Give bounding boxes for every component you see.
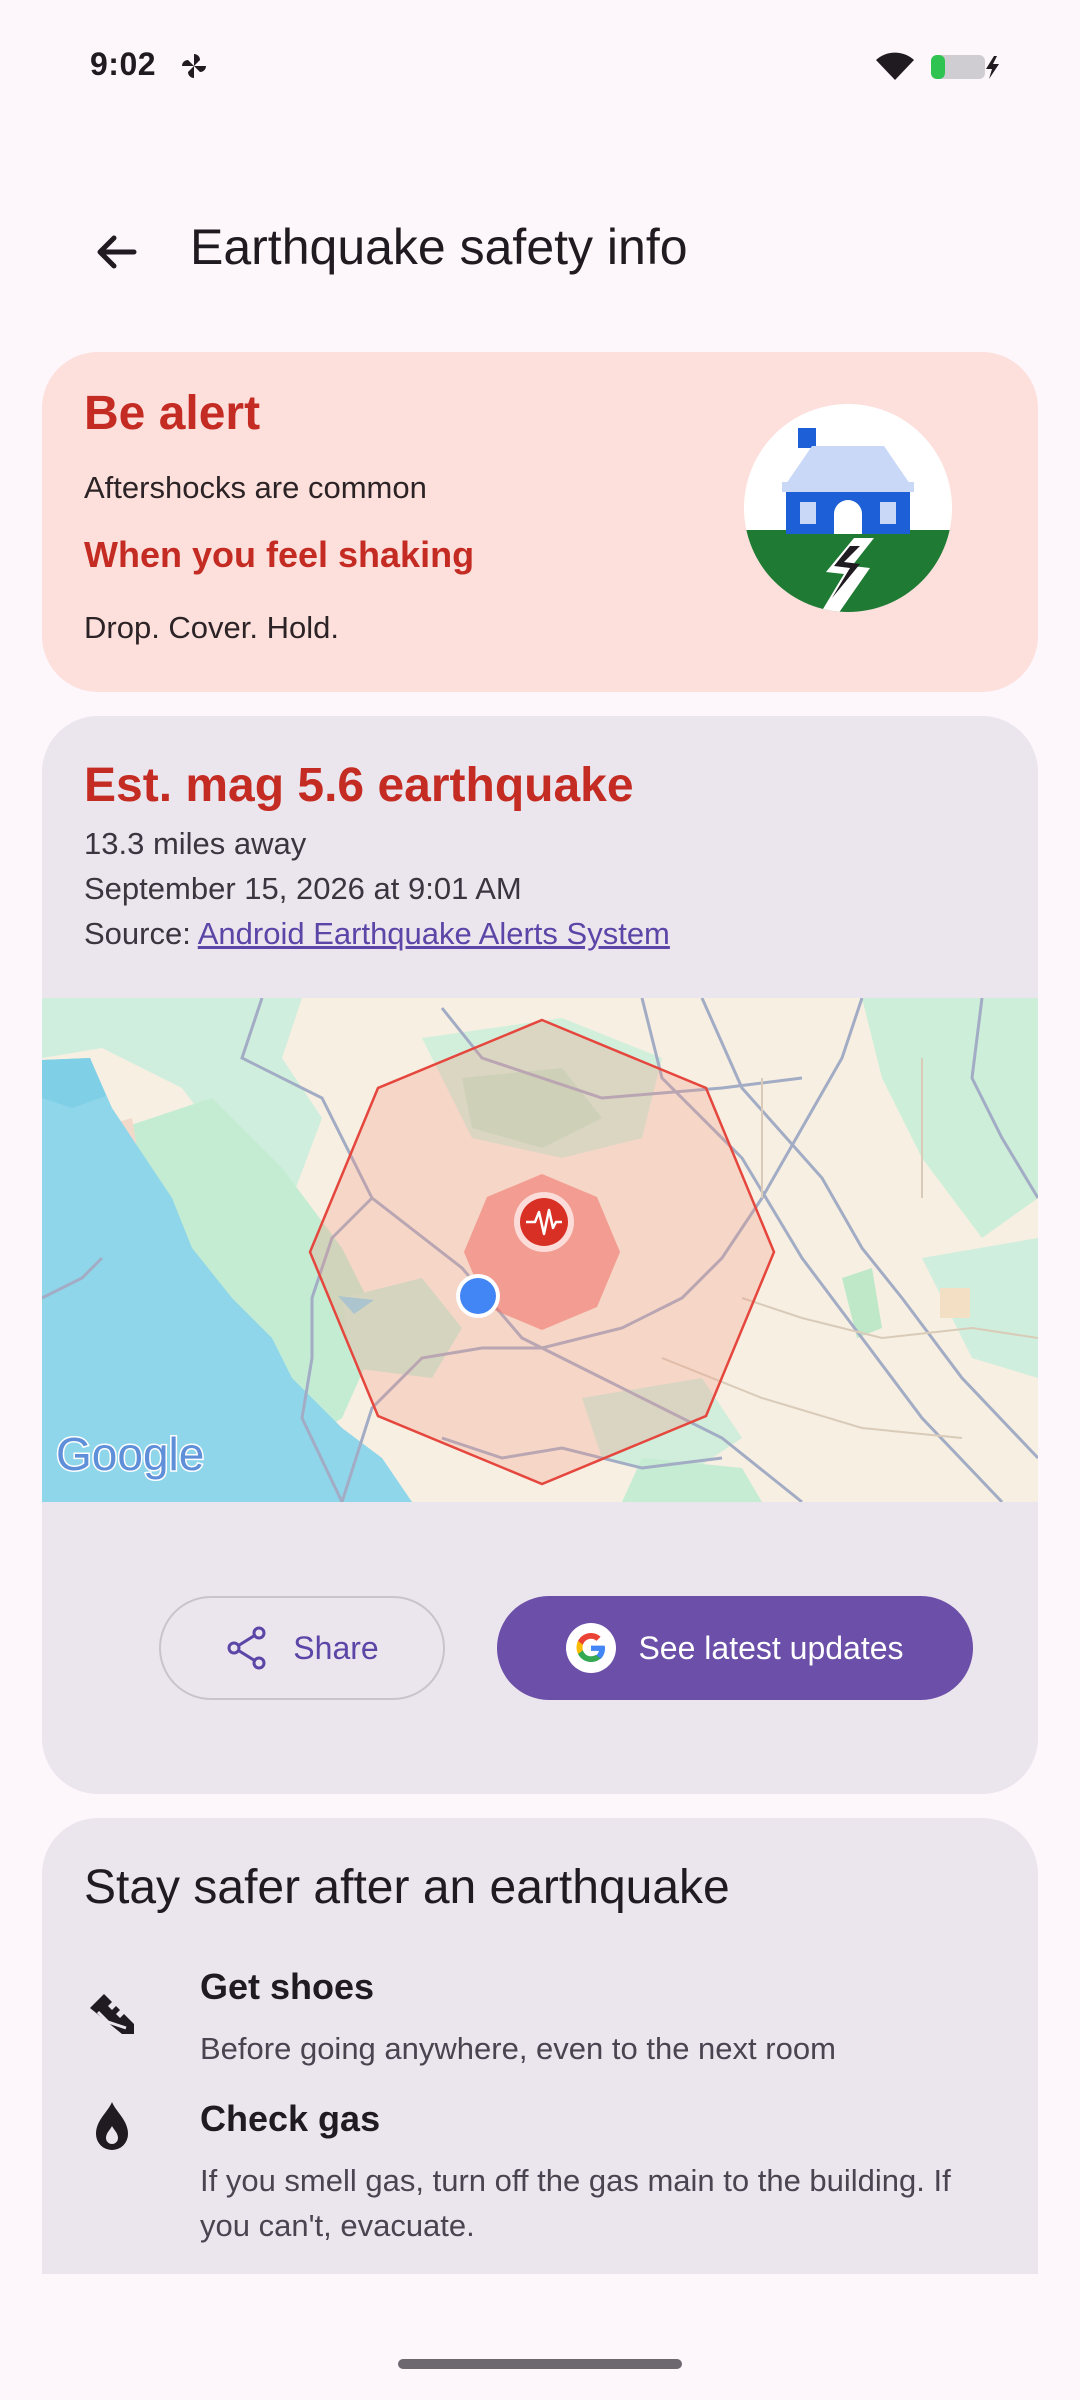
house-earthquake-icon xyxy=(744,404,952,612)
seismic-wave-icon[interactable] xyxy=(514,1192,574,1252)
gesture-nav-handle[interactable] xyxy=(398,2359,682,2369)
alert-subtitle: Aftershocks are common xyxy=(84,470,427,505)
back-button[interactable] xyxy=(78,214,154,290)
earthquake-source: Source: Android Earthquake Alerts System xyxy=(84,916,670,952)
earthquake-magnitude: Est. mag 5.6 earthquake xyxy=(84,759,634,812)
pinwheel-icon xyxy=(182,54,206,78)
earthquake-datetime: September 15, 2026 at 9:01 AM xyxy=(84,871,522,906)
alert-heading: Be alert xyxy=(84,387,261,440)
source-link[interactable]: Android Earthquake Alerts System xyxy=(198,916,670,951)
safety-item-description: If you smell gas, turn off the gas main … xyxy=(200,2163,951,2243)
drop-cover-hold-text: Drop. Cover. Hold. xyxy=(84,610,339,645)
safety-item-title: Get shoes xyxy=(200,1966,375,2007)
safety-heading: Stay safer after an earthquake xyxy=(84,1861,730,1914)
google-g-icon xyxy=(566,1623,617,1673)
google-map-watermark: Google xyxy=(56,1428,204,1480)
see-latest-updates-button[interactable]: See latest updates xyxy=(497,1596,973,1700)
earthquake-map[interactable]: Google xyxy=(42,998,1038,1502)
earthquake-distance: 13.3 miles away xyxy=(84,826,307,861)
safety-item-title: Check gas xyxy=(200,2098,381,2139)
share-button[interactable]: Share xyxy=(159,1596,445,1700)
share-label: Share xyxy=(293,1629,379,1666)
aftershock-alert-card: Be alert Aftershocks are common When you… xyxy=(42,352,1038,692)
source-label: Source: xyxy=(84,916,198,951)
safety-item-description: Before going anywhere, even to the next … xyxy=(200,2031,836,2066)
page-title: Earthquake safety info xyxy=(190,219,688,275)
earthquake-info-card: Est. mag 5.6 earthquake 13.3 miles away … xyxy=(42,716,1038,1794)
battery-charging-icon xyxy=(931,55,999,79)
safety-tips-card: Stay safer after an earthquake Get shoes… xyxy=(42,1818,1038,2274)
flame-icon xyxy=(96,2102,128,2150)
wifi-icon xyxy=(876,52,914,80)
user-location-dot xyxy=(456,1274,500,1318)
share-icon xyxy=(227,1626,266,1670)
top-app-bar: Earthquake safety info xyxy=(0,190,1080,310)
shoe-icon xyxy=(90,1994,134,2034)
arrow-back-icon xyxy=(97,235,137,269)
status-bar: 9:02 xyxy=(0,0,1080,130)
see-latest-updates-label: See latest updates xyxy=(638,1629,904,1666)
shaking-heading: When you feel shaking xyxy=(84,534,475,575)
status-time: 9:02 xyxy=(90,46,157,82)
screen: 9:02 Earthquake safety info Be alert Aft… xyxy=(0,0,1080,2400)
